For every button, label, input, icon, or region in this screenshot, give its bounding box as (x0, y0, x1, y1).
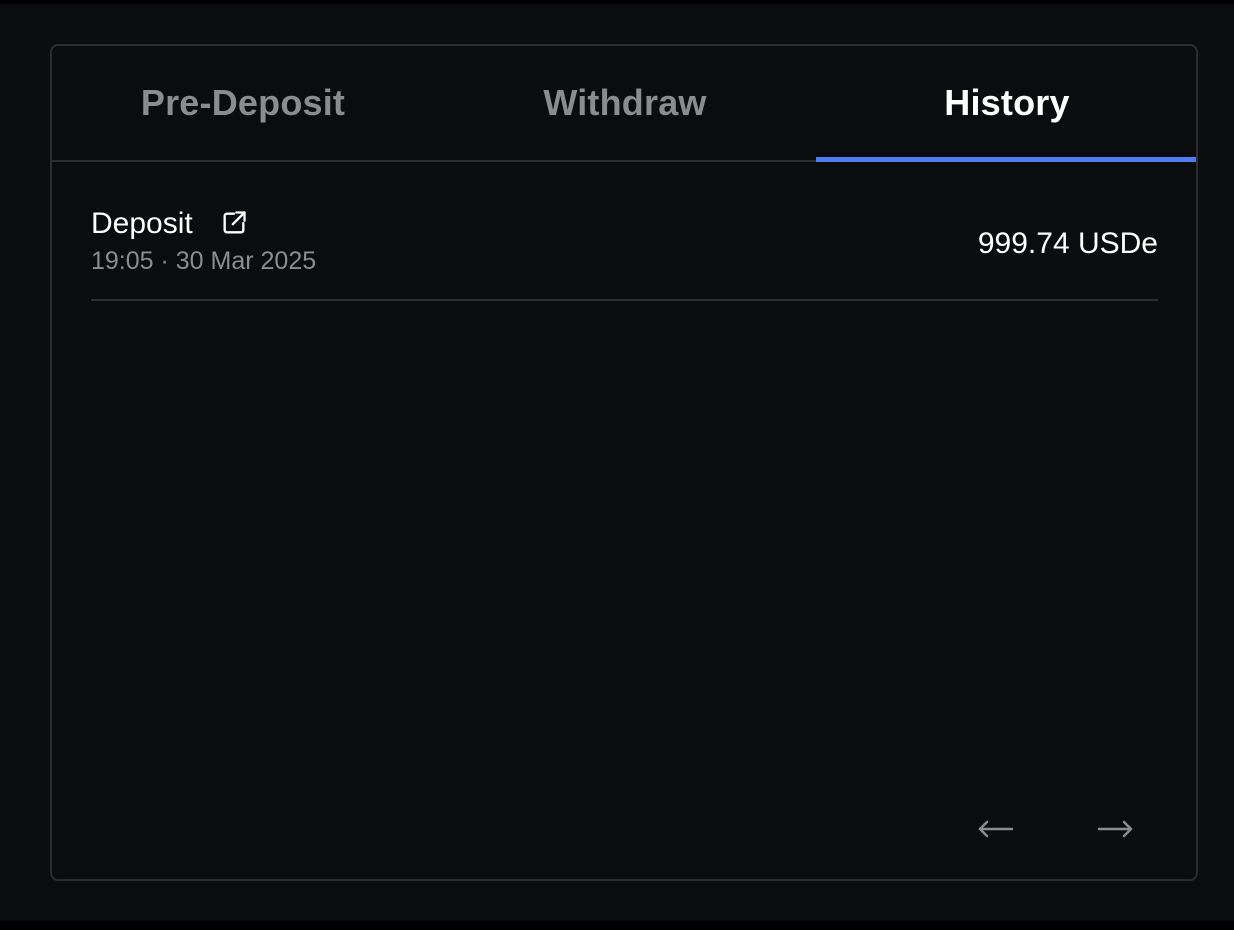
transaction-amount: 999.74 USDe (977, 227, 1158, 260)
external-link-icon[interactable] (220, 209, 248, 237)
tab-pre-deposit[interactable]: Pre-Deposit (52, 46, 434, 160)
previous-page-button[interactable] (972, 811, 1020, 851)
history-row: Deposit 19:05 · 30 Mar 2025 999.74 USDe (91, 201, 1158, 301)
arrow-left-icon (978, 819, 1014, 844)
history-panel: Pre-Deposit Withdraw History Deposit 19:… (50, 44, 1198, 881)
next-page-button[interactable] (1091, 811, 1139, 851)
arrow-right-icon (1097, 819, 1133, 844)
transaction-type: Deposit (91, 207, 193, 240)
transaction-timestamp: 19:05 · 30 Mar 2025 (91, 247, 317, 275)
tab-history[interactable]: History (816, 46, 1196, 162)
tab-bar: Pre-Deposit Withdraw History (52, 46, 1196, 162)
tab-withdraw[interactable]: Withdraw (434, 46, 816, 160)
